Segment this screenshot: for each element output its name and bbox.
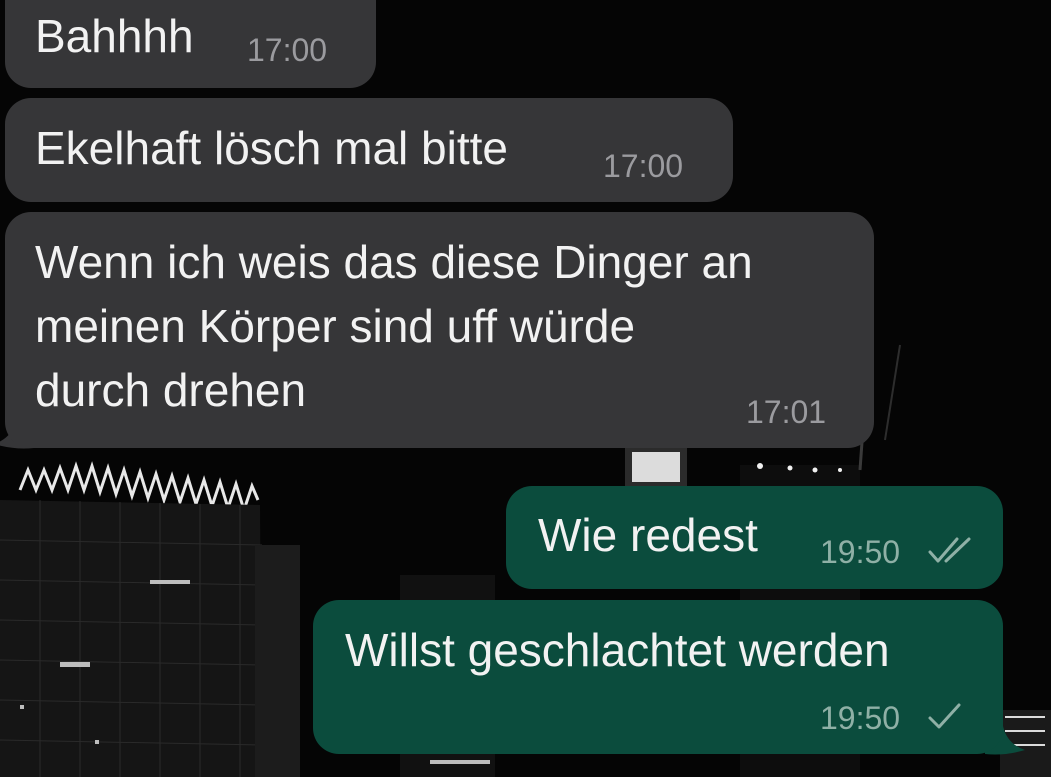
message-bubble-incoming[interactable]: Ekelhaft lösch mal bitte 17:00 [5,98,733,202]
building-left [0,500,262,777]
building-mid-left [255,545,300,777]
message-timestamp: 17:00 [247,32,328,68]
message-timestamp: 17:00 [603,148,684,184]
message-timestamp: 19:50 [820,700,901,736]
message-bubble-outgoing[interactable]: Wie redest 19:50 [506,486,1003,589]
message-bubble-incoming[interactable]: Bahhhh 17:00 [5,0,376,88]
message-timestamp: 17:01 [746,394,827,430]
message-bubble-outgoing[interactable]: Willst geschlachtet werden 19:50 [313,600,1003,754]
message-bubble-incoming[interactable]: Wenn ich weis das diese Dinger an meinen… [5,212,874,448]
single-check-icon [928,703,961,729]
double-check-icon [928,537,971,563]
message-timestamp: 19:50 [820,534,901,570]
message-text: Ekelhaft lösch mal bitte [35,122,509,174]
message-text: Wie redest [538,509,758,561]
message-text: Wenn ich weis das diese Dinger an meinen… [35,236,753,416]
message-text: Willst geschlachtet werden [345,624,890,676]
message-text: Bahhhh [35,10,194,62]
